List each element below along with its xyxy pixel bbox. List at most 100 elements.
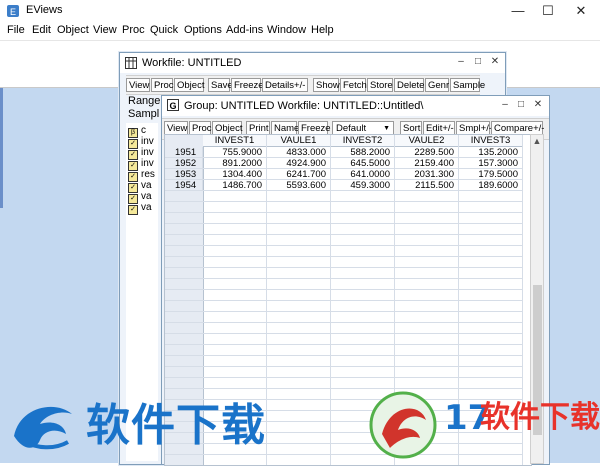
menu-help[interactable]: Help (311, 24, 334, 36)
series-icon: ✓ (128, 205, 138, 215)
workfile-sample-label[interactable]: Sampl (128, 108, 159, 120)
group-titlebar[interactable]: G Group: UNTITLED Workfile: UNTITLED::Un… (162, 96, 549, 116)
grp-edit-button[interactable]: Edit+/- (423, 121, 455, 135)
menu-add-ins[interactable]: Add-ins (226, 24, 263, 36)
list-item[interactable]: ✓ inv (128, 136, 154, 149)
table-cell[interactable]: 459.3000 (331, 180, 395, 191)
wf-view-button[interactable]: View (126, 78, 150, 92)
table-cell[interactable]: 641.0000 (331, 169, 395, 180)
table-cell[interactable]: 135.2000 (459, 147, 523, 158)
table-cell[interactable]: 891.2000 (203, 158, 267, 169)
watermark-right-text: 软件下载 (480, 400, 600, 435)
grp-freeze-button[interactable]: Freeze (298, 121, 331, 135)
column-header[interactable]: INVEST2 (331, 135, 395, 147)
menu-object[interactable]: Object (57, 24, 89, 36)
workspace-edge (0, 88, 3, 208)
group-title: Group: UNTITLED Workfile: UNTITLED::Unti… (184, 100, 424, 112)
grp-sort-button[interactable]: Sort (400, 121, 422, 135)
table-cell[interactable]: 588.2000 (331, 147, 395, 158)
table-cell[interactable]: 189.6000 (459, 180, 523, 191)
app-title: EViews (26, 4, 63, 16)
grp-view-button[interactable]: View (164, 121, 188, 135)
table-cell[interactable]: 1304.400 (203, 169, 267, 180)
row-label[interactable]: 1953 (165, 169, 203, 180)
menu-file[interactable]: File (7, 24, 25, 36)
list-item[interactable]: ✓ va (128, 180, 152, 193)
table-cell[interactable]: 755.9000 (203, 147, 267, 158)
wf-genr-button[interactable]: Genr (425, 78, 449, 92)
workfile-close-icon[interactable]: ✕ (489, 56, 501, 68)
list-item[interactable]: ✓ inv (128, 158, 154, 171)
menu-options[interactable]: Options (184, 24, 222, 36)
grp-print-button[interactable]: Print (246, 121, 270, 135)
table-cell[interactable]: 179.5000 (459, 169, 523, 180)
minimize-icon[interactable]: — (503, 0, 533, 22)
dragon-logo-icon (14, 406, 72, 450)
wf-delete-button[interactable]: Delete (394, 78, 424, 92)
group-close-icon[interactable]: ✕ (532, 99, 544, 111)
column-header[interactable]: VAULE1 (267, 135, 331, 147)
group-maximize-icon[interactable]: □ (515, 99, 527, 111)
group-minimize-icon[interactable]: – (499, 99, 511, 111)
wf-sample-button[interactable]: Sample (450, 78, 485, 92)
table-cell[interactable]: 2031.300 (395, 169, 459, 180)
close-icon[interactable]: ✕ (566, 0, 596, 22)
workfile-icon (125, 57, 137, 69)
menu-bar: File Edit Object View Proc Quick Options… (0, 22, 600, 41)
wf-store-button[interactable]: Store (367, 78, 393, 92)
workfile-range-label[interactable]: Range (128, 95, 160, 107)
list-item[interactable]: ✓ va (128, 191, 152, 204)
column-header[interactable]: INVEST3 (459, 135, 523, 147)
wf-proc-button[interactable]: Proc (151, 78, 174, 92)
row-label[interactable]: 1951 (165, 147, 203, 158)
scroll-up-icon[interactable]: ▲ (531, 135, 543, 147)
maximize-icon[interactable]: ☐ (533, 0, 563, 22)
wf-object-button[interactable]: Object (174, 78, 204, 92)
wf-show-button[interactable]: Show (313, 78, 340, 92)
column-header[interactable]: VAULE2 (395, 135, 459, 147)
menu-proc[interactable]: Proc (122, 24, 145, 36)
eviews-app-icon: E (6, 4, 20, 18)
menu-edit[interactable]: Edit (32, 24, 51, 36)
menu-quick[interactable]: Quick (150, 24, 178, 36)
grp-object-button[interactable]: Object (212, 121, 242, 135)
table-cell[interactable]: 2115.500 (395, 180, 459, 191)
wf-save-button[interactable]: Save (208, 78, 233, 92)
grp-name-button[interactable]: Name (271, 121, 299, 135)
table-cell[interactable]: 4833.000 (267, 147, 331, 158)
menu-window[interactable]: Window (267, 24, 306, 36)
circle-logo-icon (369, 391, 437, 459)
grp-compare-button[interactable]: Compare+/- (491, 121, 544, 135)
list-item[interactable]: βc (128, 125, 146, 138)
group-icon: G (167, 99, 179, 111)
table-cell[interactable]: 6241.700 (267, 169, 331, 180)
wf-details-button[interactable]: Details+/- (262, 78, 308, 92)
row-label[interactable]: 1952 (165, 158, 203, 169)
wf-freeze-button[interactable]: Freeze (231, 78, 264, 92)
workfile-titlebar[interactable]: Workfile: UNTITLED – □ ✕ (120, 53, 505, 73)
watermark-right: 17 软件下载 (368, 388, 600, 463)
list-item[interactable]: ✓ res (128, 169, 155, 182)
wf-fetch-button[interactable]: Fetch (340, 78, 367, 92)
display-format-dropdown[interactable]: Default ▼ (332, 121, 394, 135)
table-cell[interactable]: 645.5000 (331, 158, 395, 169)
table-cell[interactable]: 4924.900 (267, 158, 331, 169)
table-cell[interactable]: 2159.400 (395, 158, 459, 169)
workfile-maximize-icon[interactable]: □ (472, 56, 484, 68)
workfile-toolbar: View Proc Object Save Freeze Details+/- … (126, 75, 485, 95)
table-cell[interactable]: 2289.500 (395, 147, 459, 158)
menu-view[interactable]: View (93, 24, 117, 36)
table-cell[interactable]: 1486.700 (203, 180, 267, 191)
grp-smpl-button[interactable]: Smpl+/- (456, 121, 492, 135)
watermark-left-text: 软件下载 (86, 400, 266, 451)
list-item[interactable]: ✓ va (128, 202, 152, 215)
row-label[interactable]: 1954 (165, 180, 203, 191)
table-cell[interactable]: 5593.600 (267, 180, 331, 191)
table-cell[interactable]: 157.3000 (459, 158, 523, 169)
column-header[interactable]: INVEST1 (203, 135, 267, 147)
workfile-minimize-icon[interactable]: – (455, 56, 467, 68)
workfile-title: Workfile: UNTITLED (142, 57, 242, 69)
app-titlebar: E EViews — ☐ ✕ (0, 0, 600, 22)
grp-proc-button[interactable]: Proc (189, 121, 212, 135)
list-item[interactable]: ✓ inv (128, 147, 154, 160)
